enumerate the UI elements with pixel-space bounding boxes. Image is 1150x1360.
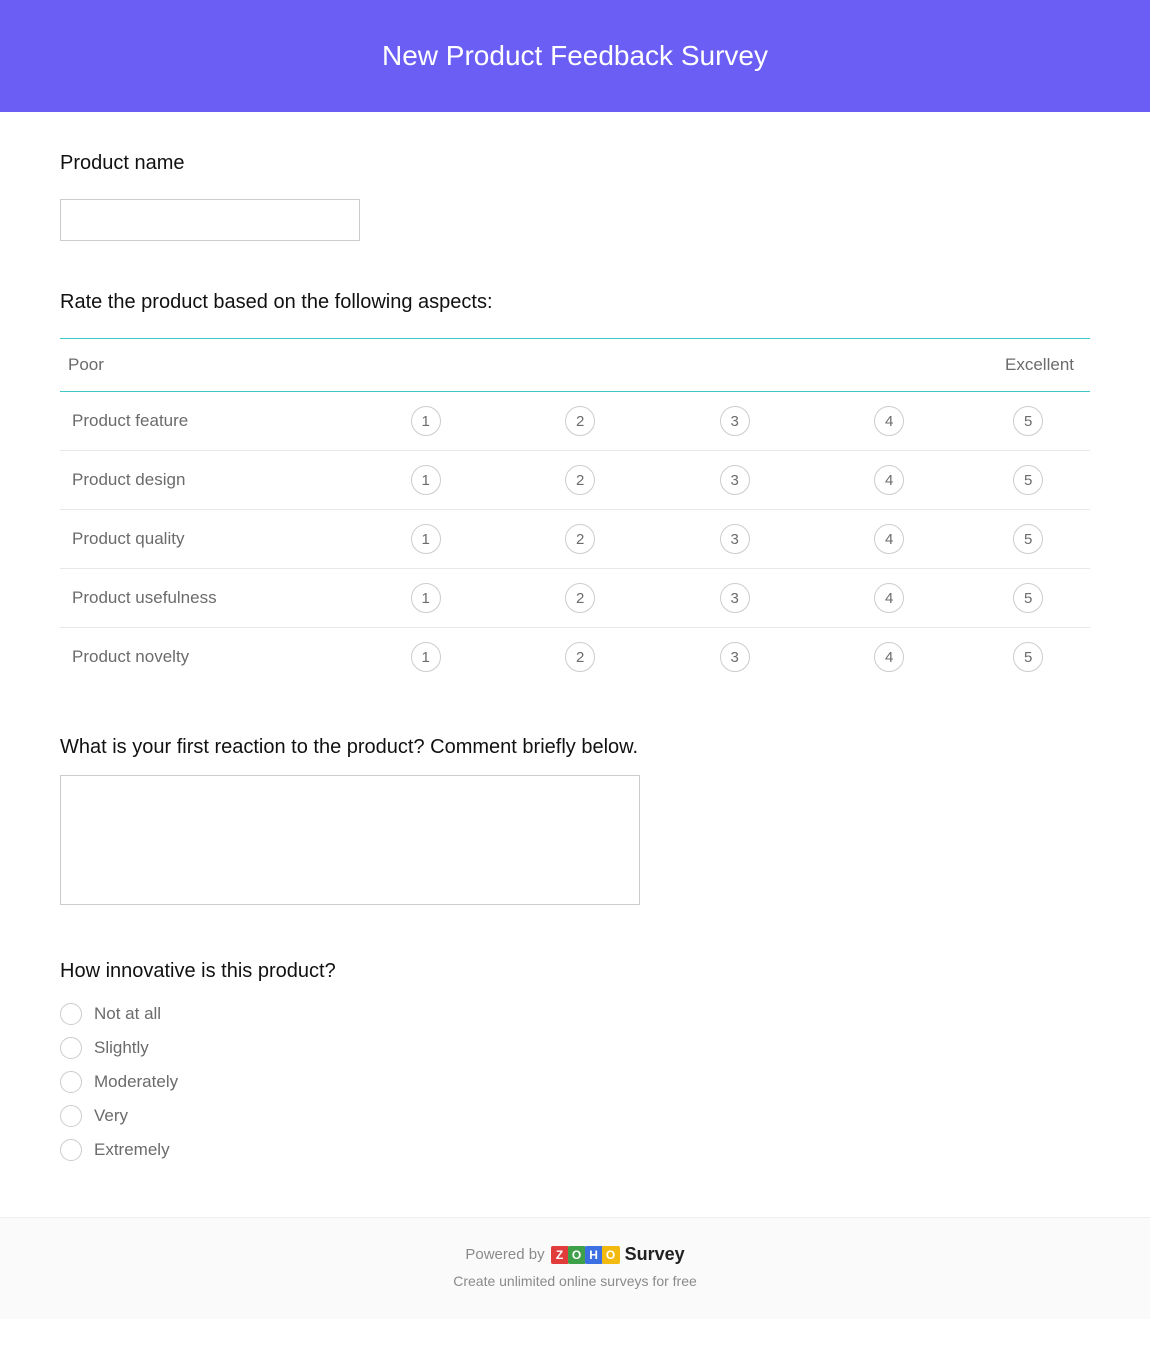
footer-tagline: Create unlimited online surveys for free <box>20 1273 1130 1289</box>
rating-option-1[interactable]: 1 <box>411 524 441 554</box>
row-label: Product quality <box>60 510 348 569</box>
radio-button[interactable] <box>60 1139 82 1161</box>
question-reaction: What is your first reaction to the produ… <box>60 736 1090 910</box>
radio-button[interactable] <box>60 1003 82 1025</box>
rating-option-2[interactable]: 2 <box>565 583 595 613</box>
rating-option-2[interactable]: 2 <box>565 406 595 436</box>
rating-option-1[interactable]: 1 <box>411 642 441 672</box>
table-row: Product design 1 2 3 4 5 <box>60 451 1090 510</box>
rating-option-5[interactable]: 5 <box>1013 524 1043 554</box>
rating-option-1[interactable]: 1 <box>411 465 441 495</box>
radio-list: Not at all Slightly Moderately Very Extr… <box>60 997 1090 1167</box>
row-label: Product design <box>60 451 348 510</box>
q2-label: Rate the product based on the following … <box>60 291 1090 314</box>
rating-option-5[interactable]: 5 <box>1013 406 1043 436</box>
rating-option-3[interactable]: 3 <box>720 583 750 613</box>
zoho-logo-icon: Z O H O <box>551 1246 619 1264</box>
scale-low-header: Poor <box>60 339 348 392</box>
rating-option-2[interactable]: 2 <box>565 642 595 672</box>
table-row: Product novelty 1 2 3 4 5 <box>60 628 1090 687</box>
product-name-input[interactable] <box>60 199 360 241</box>
question-product-name: Product name <box>60 152 1090 241</box>
row-label: Product feature <box>60 392 348 451</box>
radio-item: Slightly <box>60 1031 1090 1065</box>
rating-option-3[interactable]: 3 <box>720 642 750 672</box>
q3-label: What is your first reaction to the produ… <box>60 736 1090 759</box>
rating-option-5[interactable]: 5 <box>1013 465 1043 495</box>
radio-button[interactable] <box>60 1071 82 1093</box>
rating-option-3[interactable]: 3 <box>720 406 750 436</box>
radio-label: Slightly <box>94 1038 149 1058</box>
rating-option-4[interactable]: 4 <box>874 642 904 672</box>
question-innovative: How innovative is this product? Not at a… <box>60 960 1090 1167</box>
rating-option-5[interactable]: 5 <box>1013 583 1043 613</box>
rating-option-1[interactable]: 1 <box>411 406 441 436</box>
powered-by-text: Powered by <box>465 1246 544 1263</box>
reaction-textarea[interactable] <box>60 775 640 905</box>
radio-label: Moderately <box>94 1072 178 1092</box>
rating-option-1[interactable]: 1 <box>411 583 441 613</box>
rating-option-4[interactable]: 4 <box>874 406 904 436</box>
survey-body: Product name Rate the product based on t… <box>0 112 1150 1217</box>
rating-option-3[interactable]: 3 <box>720 524 750 554</box>
rating-option-5[interactable]: 5 <box>1013 642 1043 672</box>
question-rating-matrix: Rate the product based on the following … <box>60 291 1090 686</box>
radio-item: Moderately <box>60 1065 1090 1099</box>
rating-option-4[interactable]: 4 <box>874 465 904 495</box>
scale-high-header: Excellent <box>966 339 1090 392</box>
rating-option-2[interactable]: 2 <box>565 465 595 495</box>
radio-item: Very <box>60 1099 1090 1133</box>
powered-by-line: Powered by Z O H O Survey <box>20 1244 1130 1265</box>
radio-item: Extremely <box>60 1133 1090 1167</box>
rating-table: Poor Excellent Product feature 1 2 3 4 5 <box>60 338 1090 686</box>
rating-option-2[interactable]: 2 <box>565 524 595 554</box>
row-label: Product usefulness <box>60 569 348 628</box>
q1-label: Product name <box>60 152 1090 175</box>
table-row: Product quality 1 2 3 4 5 <box>60 510 1090 569</box>
rating-option-3[interactable]: 3 <box>720 465 750 495</box>
radio-label: Very <box>94 1106 128 1126</box>
rating-option-4[interactable]: 4 <box>874 524 904 554</box>
table-row: Product feature 1 2 3 4 5 <box>60 392 1090 451</box>
radio-item: Not at all <box>60 997 1090 1031</box>
radio-label: Not at all <box>94 1004 161 1024</box>
radio-button[interactable] <box>60 1037 82 1059</box>
survey-title: New Product Feedback Survey <box>382 40 768 71</box>
footer: Powered by Z O H O Survey Create unlimit… <box>0 1217 1150 1319</box>
brand-suffix: Survey <box>625 1244 685 1265</box>
survey-header: New Product Feedback Survey <box>0 0 1150 112</box>
radio-button[interactable] <box>60 1105 82 1127</box>
radio-label: Extremely <box>94 1140 170 1160</box>
table-row: Product usefulness 1 2 3 4 5 <box>60 569 1090 628</box>
rating-option-4[interactable]: 4 <box>874 583 904 613</box>
q4-label: How innovative is this product? <box>60 960 1090 983</box>
row-label: Product novelty <box>60 628 348 687</box>
